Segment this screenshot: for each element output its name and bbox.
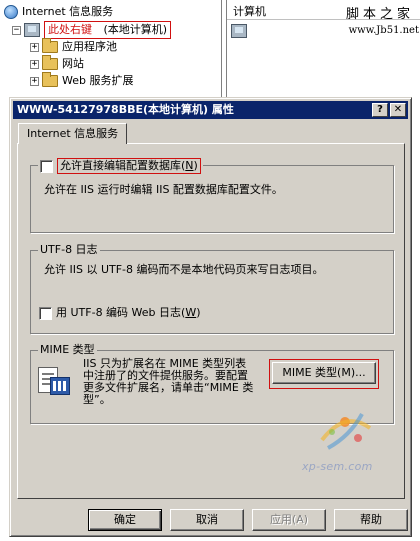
mime-types-description: IIS 只为扩展名在 MIME 类型列表 中注册了的文件提供服务。要配置 更多文… — [83, 358, 253, 406]
console-tree: Internet 信息服务 − 此处右键 (本地计算机) + 应用程序池 + 网… — [0, 0, 222, 100]
edit-metabase-group: 允许直接编辑配置数据库(N) 允许在 IIS 运行时编辑 IIS 配置数据库配置… — [30, 158, 394, 233]
right-click-hint: 此处右键 — [48, 23, 92, 36]
folder-icon — [42, 38, 58, 53]
watermark-url: www.Jb51.net — [348, 25, 419, 36]
cancel-button[interactable]: 取消 — [170, 509, 244, 531]
utf8-log-legend: UTF-8 日志 — [38, 243, 100, 257]
dialog-title: WWW-54127978BBE(本地计算机) 属性 — [17, 103, 234, 116]
tree-item-label: 应用程序池 — [62, 40, 117, 53]
edit-metabase-label-highlight: 允许直接编辑配置数据库(N) — [57, 158, 201, 174]
utf8-log-accesskey: W — [185, 306, 197, 319]
mime-types-icon — [38, 367, 72, 397]
tree-node-iis-root[interactable]: Internet 信息服务 — [4, 4, 113, 20]
utf8-log-label: 用 UTF-8 编码 Web 日志( — [56, 306, 186, 319]
collapse-icon[interactable]: − — [12, 25, 21, 35]
folder-icon — [42, 55, 58, 70]
computer-icon — [24, 23, 40, 37]
help-button[interactable]: 帮助 — [334, 509, 408, 531]
iis-globe-icon — [4, 5, 18, 19]
utf8-log-group: UTF-8 日志 允许 IIS 以 UTF-8 编码而不是本地代码页来写日志项目… — [30, 243, 394, 334]
tab-label: Internet 信息服务 — [27, 127, 119, 140]
tree-root-label: Internet 信息服务 — [22, 5, 114, 18]
edit-metabase-accesskey: N — [185, 159, 194, 172]
mime-types-legend: MIME 类型 — [38, 343, 97, 357]
edit-metabase-label: 允许直接编辑配置数据库( — [60, 159, 186, 172]
watermark-logo-text: xp-sem.com — [302, 460, 373, 473]
site-watermark: 脚本之家 — [345, 7, 414, 22]
tree-node-websites[interactable]: + 网站 — [30, 55, 84, 72]
help-titlebar-button[interactable]: ? — [372, 103, 388, 117]
mmc-console: Internet 信息服务 − 此处右键 (本地计算机) + 应用程序池 + 网… — [0, 0, 420, 100]
ok-button[interactable]: 确定 — [88, 509, 162, 531]
mime-button-highlight: MIME 类型(M)... — [269, 359, 379, 389]
expand-icon[interactable]: + — [30, 59, 39, 69]
mime-types-button[interactable]: MIME 类型(M)... — [272, 362, 376, 384]
utf8-log-option[interactable]: 用 UTF-8 编码 Web 日志(W) — [39, 306, 201, 320]
expand-icon[interactable]: + — [30, 42, 39, 52]
tree-node-local-computer[interactable]: − 此处右键 (本地计算机) — [12, 21, 172, 39]
result-pane: 计算机 脚本之家 www.Jb51.net — [226, 0, 420, 100]
list-item[interactable]: www.Jb51.net — [231, 24, 419, 38]
edit-metabase-checkbox[interactable] — [40, 159, 53, 173]
expand-icon[interactable]: + — [30, 76, 39, 86]
mime-grid-icon — [50, 377, 70, 395]
utf8-log-checkbox[interactable] — [39, 306, 52, 320]
close-button[interactable]: ✕ — [390, 103, 406, 117]
utf8-log-description: 允许 IIS 以 UTF-8 编码而不是本地代码页来写日志项目。 — [44, 263, 324, 276]
tab-iis[interactable]: Internet 信息服务 — [18, 123, 128, 144]
tree-node-app-pools[interactable]: + 应用程序池 — [30, 38, 117, 55]
tree-item-label: 网站 — [62, 57, 84, 70]
apply-button[interactable]: 应用(A) — [252, 509, 326, 531]
computer-node-suffix: (本地计算机) — [103, 23, 168, 36]
folder-icon — [42, 72, 58, 87]
edit-metabase-legend: 允许直接编辑配置数据库(N) — [38, 158, 203, 174]
computer-node-highlight: 此处右键 (本地计算机) — [44, 21, 172, 39]
dialog-titlebar[interactable]: WWW-54127978BBE(本地计算机) 属性 ? ✕ — [13, 101, 408, 119]
tree-node-web-extensions[interactable]: + Web 服务扩展 — [30, 72, 134, 89]
column-computer-label: 计算机 — [233, 5, 266, 18]
edit-metabase-description: 允许在 IIS 运行时编辑 IIS 配置数据库配置文件。 — [44, 183, 283, 196]
computer-icon — [231, 24, 247, 38]
mime-desc-line: 型”。 — [83, 393, 111, 406]
tree-item-label: Web 服务扩展 — [62, 74, 134, 87]
